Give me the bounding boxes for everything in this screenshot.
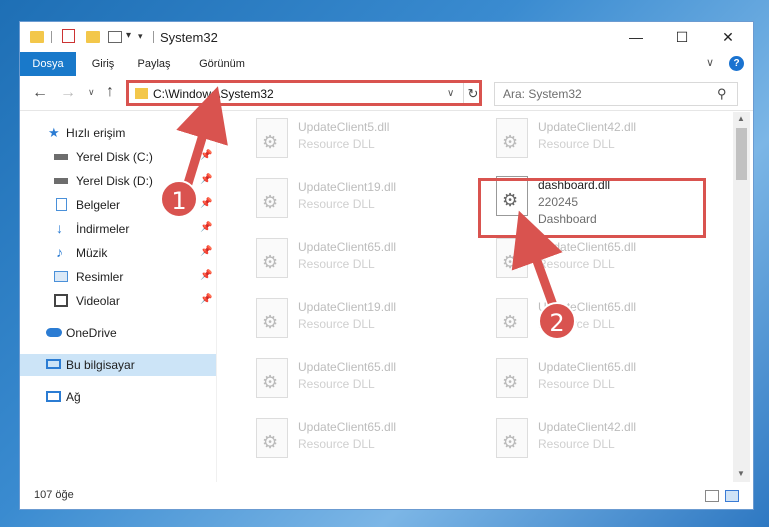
arrow-to-dashboard-file	[511, 210, 563, 310]
arrow-to-address-bar	[176, 86, 228, 192]
annotation-arrows	[176, 86, 563, 310]
step-1-badge: 1	[160, 180, 198, 218]
step-2-badge: 2	[538, 302, 576, 340]
